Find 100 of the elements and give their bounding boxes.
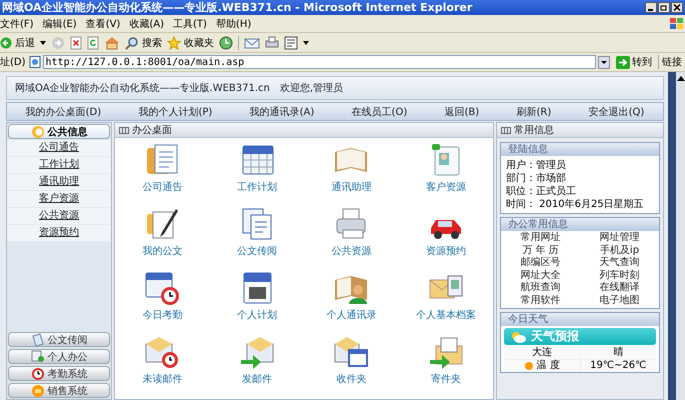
address-label: 址(D)	[0, 56, 26, 69]
grid-icon	[501, 126, 511, 134]
app-link[interactable]: 今日考勤	[142, 308, 182, 322]
app-link[interactable]: 公共资源	[331, 244, 372, 258]
office-link[interactable]: 常用网址	[501, 232, 580, 244]
scroll-bar[interactable]	[676, 72, 685, 400]
app-link[interactable]: 个人基本档案	[416, 308, 476, 322]
office-link[interactable]: 网址管理	[580, 232, 659, 244]
back-button[interactable]: 后退	[0, 36, 35, 50]
office-link[interactable]: 电子地图	[580, 294, 659, 307]
info-line: 部门：市场部	[506, 172, 567, 185]
sidebar-link[interactable]: 工作计划	[7, 157, 111, 174]
go-button[interactable]: 转到	[613, 55, 655, 69]
info-line: 职位：正式员工	[506, 185, 577, 198]
office-link[interactable]: 天气查询	[580, 257, 659, 270]
menu-item[interactable]: 收藏(A)	[129, 16, 173, 30]
sidebar-link[interactable]: 通讯助理	[7, 174, 111, 191]
nav-link[interactable]: 在线员工(O)	[352, 104, 408, 118]
dropdown-icon	[598, 56, 610, 68]
sidebar-group-button[interactable]: 公共信息	[8, 124, 110, 139]
nav-link[interactable]: 我的通讯录(A)	[250, 104, 314, 118]
office-link[interactable]: 航班查询	[501, 282, 580, 294]
links-button[interactable]: 链接	[658, 55, 685, 69]
nav-link[interactable]: 我的个人计划(P)	[138, 104, 212, 118]
office-link[interactable]: 在线翻译	[580, 282, 659, 294]
sun-icon	[524, 361, 534, 371]
history-icon[interactable]	[219, 36, 233, 50]
magnifier-icon	[125, 36, 139, 50]
office-link[interactable]: 常用软件	[501, 294, 580, 307]
scroll-up-icon[interactable]	[676, 74, 685, 82]
app-link[interactable]: 个人计划	[236, 308, 277, 322]
app-link[interactable]: 资源预约	[426, 244, 466, 258]
sidebar-group-button[interactable]: 销售系统	[8, 383, 110, 398]
app-link[interactable]: 公文传阅	[236, 244, 277, 258]
office-link[interactable]: 网址大全	[501, 270, 580, 282]
sidebar-group-button[interactable]: 公文传阅	[8, 332, 110, 347]
grid-icon	[119, 126, 129, 134]
app-link[interactable]: 寄件夹	[430, 372, 461, 386]
office-link[interactable]: 手机及ip	[580, 244, 659, 257]
page-icon	[28, 56, 41, 68]
search-button[interactable]: 搜索	[125, 36, 162, 50]
menu-item[interactable]: 查看(V)	[86, 16, 130, 30]
app-link[interactable]: 收件夹	[336, 372, 366, 386]
info-line: 用户：管理员	[506, 159, 567, 172]
back-arrow-icon	[0, 36, 12, 48]
app-link[interactable]: 通讯助理	[331, 180, 372, 194]
sidebar-link[interactable]: 资源预约	[7, 225, 111, 242]
sidebar-group-button[interactable]: 个人办公	[8, 349, 110, 364]
nav-link[interactable]: 安全退出(Q)	[588, 104, 644, 118]
weather-cell: 大连	[504, 347, 580, 359]
weather-cell: 19℃~26℃	[580, 360, 656, 372]
app-link[interactable]: 个人通讯录	[326, 308, 376, 322]
printer-icon[interactable]	[265, 36, 279, 50]
mail-icon[interactable]	[244, 36, 260, 50]
close-icon[interactable]	[671, 2, 683, 13]
app-link[interactable]: 未读邮件	[142, 372, 182, 386]
address-field[interactable]: http://127.0.0.1:8001/oa/main.asp	[42, 55, 596, 69]
weather-label: 温 度	[536, 360, 560, 372]
edit-icon[interactable]	[284, 36, 298, 50]
envelope-window-icon[interactable]	[333, 334, 370, 370]
app-link[interactable]: 发邮件	[242, 372, 272, 386]
menu-item[interactable]: 文件(F)	[0, 16, 43, 30]
menu-item[interactable]: 工具(T)	[173, 16, 216, 30]
minimize-icon[interactable]	[645, 2, 657, 13]
office-link[interactable]: 邮编区号	[501, 257, 580, 270]
nav-link[interactable]: 返回(B)	[444, 104, 480, 118]
menu-item[interactable]: 编辑(E)	[42, 16, 86, 30]
favorites-button[interactable]: 收藏夹	[167, 36, 214, 50]
envelope-arrow-icon[interactable]	[238, 334, 275, 370]
home-icon[interactable]	[104, 36, 120, 50]
banner-title: 天气预报	[531, 328, 579, 345]
office-link[interactable]: 万 年 历	[501, 244, 580, 257]
sidebar-link[interactable]: 公共资源	[7, 208, 111, 225]
menu-item[interactable]: 帮助(H)	[216, 16, 260, 30]
site-title: 网域OA企业智能办公自动化系统——专业版.WEB371.cn	[15, 82, 270, 95]
panel-title: 办公桌面	[132, 124, 172, 137]
refresh-icon[interactable]	[87, 36, 99, 50]
windows-logo-icon	[669, 16, 685, 30]
office-link[interactable]: 列车时刻	[580, 270, 659, 282]
app-link[interactable]: 工作计划	[236, 180, 277, 194]
app-link[interactable]: 公司通告	[142, 180, 182, 194]
envelope-clock-icon[interactable]	[144, 334, 180, 370]
go-arrow-icon	[616, 56, 630, 68]
sidebar-link[interactable]: 公司通告	[7, 140, 111, 157]
app-link[interactable]: 客户资源	[426, 180, 466, 194]
weather-cell: 晴	[580, 347, 656, 359]
calendar-clock-icon[interactable]	[144, 270, 180, 306]
welcome-text: 欢迎您,管理员	[280, 82, 344, 95]
sidebar-group-button[interactable]: 考勤系统	[8, 366, 110, 381]
dropdown-caret-icon[interactable]	[303, 40, 309, 44]
panel-title: 常用信息	[514, 124, 554, 137]
info-line: 时间： 2010年6月25日星期五	[506, 198, 645, 211]
nav-link[interactable]: 刷新(R)	[516, 104, 552, 118]
nav-link[interactable]: 我的办公桌面(D)	[26, 104, 102, 118]
app-link[interactable]: 我的公文	[142, 244, 182, 258]
card-header: 办公常用信息	[501, 218, 659, 231]
sidebar-link[interactable]: 客户资源	[7, 191, 111, 208]
stop-icon[interactable]	[70, 36, 82, 50]
restore-icon[interactable]	[658, 2, 670, 13]
dropdown-caret-icon[interactable]	[40, 40, 46, 44]
